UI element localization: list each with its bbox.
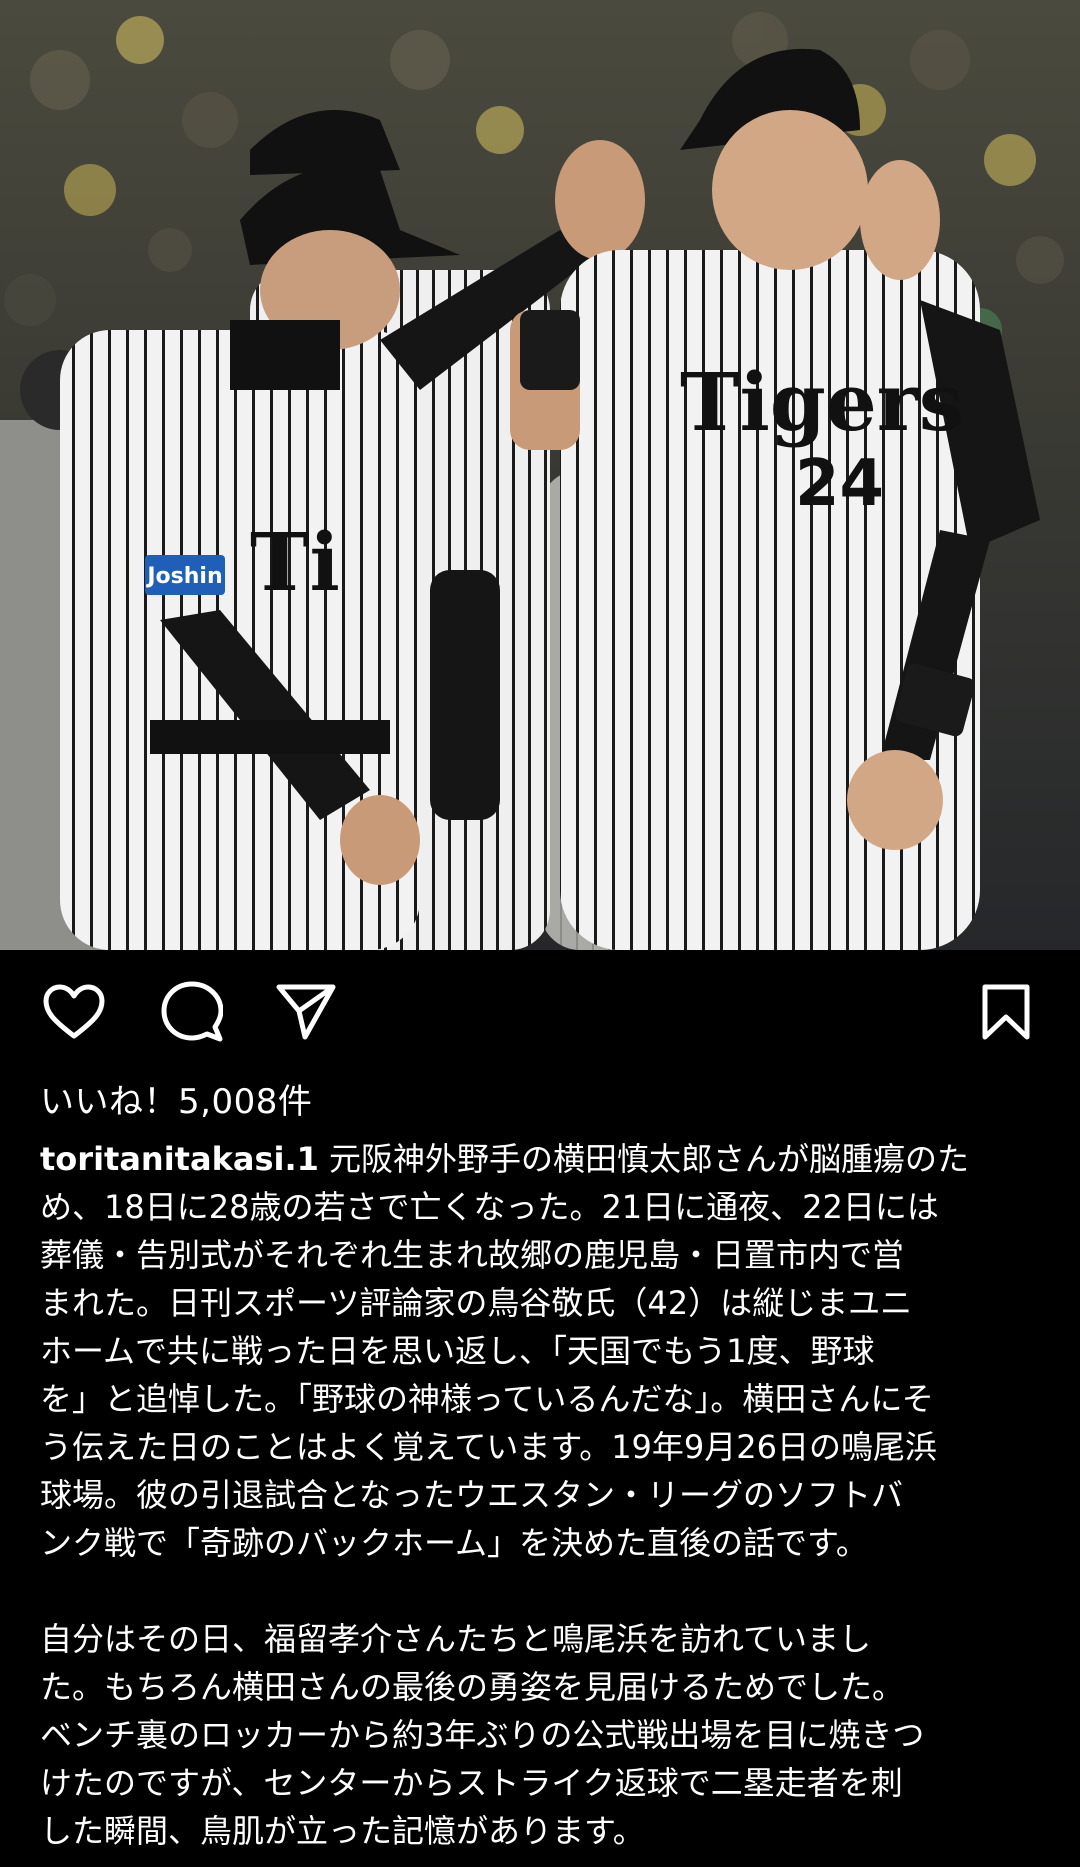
- caption-line: まれた。日刊スポーツ評論家の鳥谷敬氏（42）は縦じまユニ: [40, 1284, 913, 1322]
- caption-line: 球場。彼の引退試合となったウエスタン・リーグのソフトバ: [40, 1476, 904, 1514]
- save-button[interactable]: [974, 980, 1038, 1044]
- caption-line: した瞬間、鳥肌が立った記憶があります。: [40, 1812, 645, 1850]
- post-action-bar: [0, 950, 1080, 1070]
- likes-count[interactable]: いいね！5,008件: [40, 1077, 312, 1127]
- caption-line: ベンチ裏のロッカーから約3年ぶりの公式戦出場を目に焼きつ: [40, 1716, 925, 1754]
- caption-line: 自分はその日、福留孝介さんたちと鳴尾浜を訪れていまし: [40, 1620, 872, 1658]
- like-button[interactable]: [42, 980, 106, 1044]
- svg-text:Joshin: Joshin: [145, 564, 222, 589]
- svg-text:Tigers: Tigers: [680, 355, 964, 449]
- post-caption: toritanitakasi.1 元阪神外野手の横田慎太郎さんが脳腫瘍のた め、…: [40, 1135, 1040, 1855]
- svg-text:24: 24: [795, 447, 884, 521]
- svg-text:Ti: Ti: [250, 515, 340, 609]
- caption-line: ホームで共に戦った日を思い返し、「天国でもう1度、野球: [40, 1332, 875, 1370]
- caption-line: toritanitakasi.1 元阪神外野手の横田慎太郎さんが脳腫瘍のた: [40, 1140, 970, 1178]
- caption-line: う伝えた日のことはよく覚えています。19年9月26日の鳴尾浜: [40, 1428, 937, 1466]
- caption-line: 葬儀・告別式がそれぞれ生まれ故郷の鹿児島・日置市内で営: [40, 1236, 905, 1274]
- share-button[interactable]: [274, 980, 338, 1044]
- caption-username[interactable]: toritanitakasi.1: [40, 1140, 319, 1178]
- caption-line: ンク戦で「奇跡のバックホーム」を決めた直後の話です。: [40, 1524, 868, 1562]
- caption-line: た。もちろん横田さんの最後の勇姿を見届けるためでした。: [40, 1668, 905, 1706]
- heart-icon: [43, 984, 105, 1040]
- send-icon: [275, 981, 337, 1043]
- caption-line: けたのですが、センターからストライク返球で二塁走者を刺: [40, 1764, 903, 1802]
- caption-line: を」と追悼した。「野球の神様っているんだな」。横田さんにそ: [40, 1380, 934, 1418]
- bookmark-icon: [981, 983, 1031, 1041]
- caption-line: め、18日に28歳の若さで亡くなった。21日に通夜、22日には: [40, 1188, 939, 1226]
- comment-icon: [161, 981, 223, 1043]
- post-photo[interactable]: 6 9: [0, 0, 1080, 950]
- comment-button[interactable]: [160, 980, 224, 1044]
